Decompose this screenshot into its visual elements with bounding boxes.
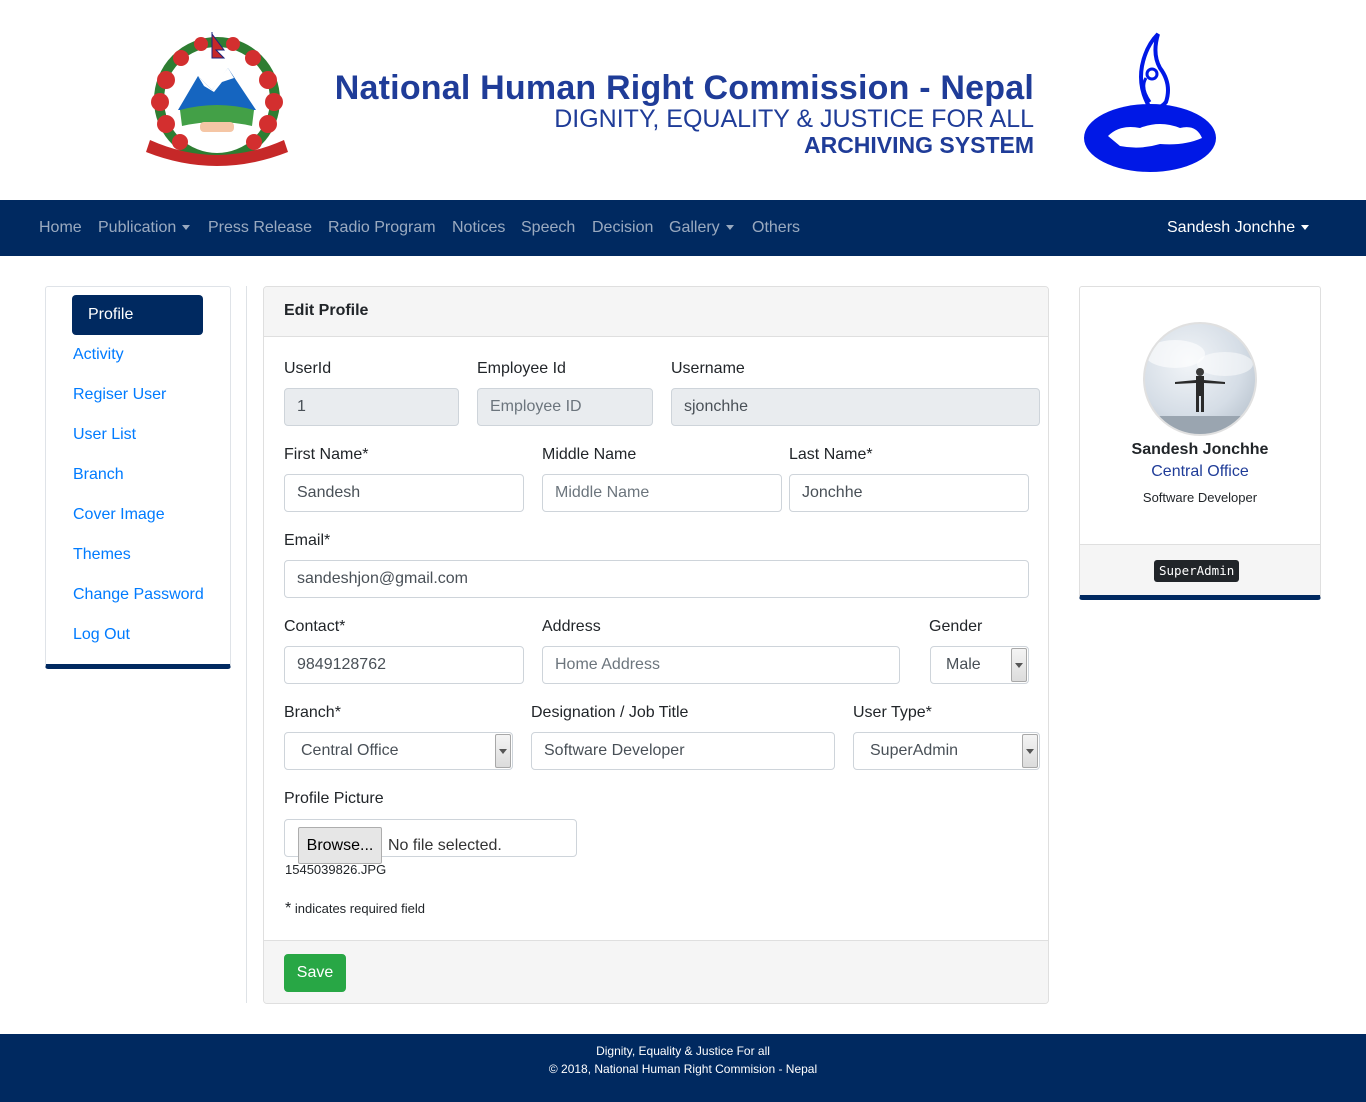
nhrc-logo-icon — [1080, 28, 1220, 173]
sidebar-item-profile[interactable]: Profile — [72, 295, 203, 335]
contact-label: Contact* — [284, 618, 346, 635]
employee-id-field[interactable]: Employee ID — [477, 388, 653, 426]
card-title: Edit Profile — [284, 302, 369, 319]
current-file-name: 1545039826.JPG — [285, 862, 387, 877]
sidebar-item-user-list[interactable]: User List — [73, 415, 136, 455]
profile-card-footer: SuperAdmin — [1080, 544, 1320, 595]
branch-selected: Central Office — [301, 742, 399, 759]
save-button[interactable]: Save — [284, 954, 346, 992]
profile-sidebar: Profile Activity Regiser User User List … — [45, 286, 231, 669]
footer-copyright: © 2018, National Human Right Commision -… — [548, 1062, 818, 1076]
dropdown-caret-icon — [1301, 225, 1310, 231]
browse-button[interactable]: Browse... — [298, 827, 382, 864]
main-navbar: Home Publication Press Release Radio Pro… — [0, 200, 1366, 256]
nav-radio-program[interactable]: Radio Program — [328, 200, 436, 256]
last-name-label: Last Name* — [789, 446, 873, 463]
sidebar-item-log-out[interactable]: Log Out — [73, 615, 130, 655]
dropdown-caret-icon — [182, 225, 191, 231]
dropdown-caret-icon — [725, 225, 734, 231]
sidebar-item-change-password[interactable]: Change Password — [73, 575, 204, 615]
site-title: National Human Right Commission - Nepal — [334, 69, 1034, 107]
designation-label: Designation / Job Title — [531, 704, 689, 721]
site-header: National Human Right Commission - Nepal … — [0, 0, 1366, 200]
address-field[interactable]: Home Address — [542, 646, 900, 684]
file-status-text: No file selected. — [388, 837, 502, 854]
gender-selected: Male — [946, 656, 981, 673]
nav-gallery[interactable]: Gallery — [669, 200, 734, 256]
nav-press-release[interactable]: Press Release — [208, 200, 312, 256]
nepal-emblem-icon — [136, 30, 298, 170]
profile-picture-label: Profile Picture — [284, 790, 384, 807]
vertical-divider — [246, 286, 247, 1003]
sidebar-item-themes[interactable]: Themes — [73, 535, 131, 575]
select-arrow-icon — [1011, 648, 1027, 682]
nav-user-name: Sandesh Jonchhe — [1167, 219, 1296, 236]
nav-notices[interactable]: Notices — [452, 200, 505, 256]
profile-name: Sandesh Jonchhe — [1131, 441, 1269, 458]
email-field[interactable]: sandeshjon@gmail.com — [284, 560, 1029, 598]
edit-profile-card: Edit Profile UserId 1 Employee Id Employ… — [263, 286, 1049, 1004]
footer-tagline: Dignity, Equality & Justice For all — [596, 1044, 770, 1058]
username-label: Username — [671, 360, 745, 377]
designation-field[interactable]: Software Developer — [531, 732, 835, 770]
nav-user-menu[interactable]: Sandesh Jonchhe — [1167, 200, 1310, 256]
contact-field[interactable]: 9849128762 — [284, 646, 524, 684]
middle-name-label: Middle Name — [542, 446, 637, 463]
required-field-note: * indicates required field — [285, 900, 425, 918]
sidebar-item-activity[interactable]: Activity — [73, 335, 124, 375]
nav-home[interactable]: Home — [39, 200, 82, 256]
site-subtitle: DIGNITY, EQUALITY & JUSTICE FOR ALL — [554, 105, 1034, 133]
nav-decision[interactable]: Decision — [592, 200, 653, 256]
avatar — [1143, 322, 1257, 436]
nav-others[interactable]: Others — [752, 200, 800, 256]
gender-select[interactable]: Male — [930, 646, 1029, 684]
user-type-select[interactable]: SuperAdmin — [853, 732, 1040, 770]
user-type-label: User Type* — [853, 704, 932, 721]
userid-field[interactable]: 1 — [284, 388, 459, 426]
nav-publication[interactable]: Publication — [98, 200, 191, 256]
sidebar-item-register-user[interactable]: Regiser User — [73, 375, 166, 415]
select-arrow-icon — [1022, 734, 1038, 768]
middle-name-field[interactable]: Middle Name — [542, 474, 782, 512]
profile-summary-card: Sandesh Jonchhe Central Office Software … — [1079, 286, 1321, 600]
branch-select[interactable]: Central Office — [284, 732, 513, 770]
gender-label: Gender — [929, 618, 983, 635]
site-footer: Dignity, Equality & Justice For all © 20… — [0, 1034, 1366, 1102]
sidebar-item-branch[interactable]: Branch — [73, 455, 124, 495]
required-note-text: indicates required field — [294, 901, 425, 916]
employee-id-label: Employee Id — [477, 360, 566, 377]
role-badge: SuperAdmin — [1154, 560, 1240, 582]
card-header: Edit Profile — [264, 287, 1048, 337]
required-star: * — [285, 900, 292, 917]
profile-designation: Software Developer — [1142, 490, 1258, 505]
profile-branch: Central Office — [1151, 463, 1249, 480]
user-type-selected: SuperAdmin — [870, 742, 959, 759]
profile-picture-input[interactable]: Browse... No file selected. — [284, 819, 577, 864]
nav-speech[interactable]: Speech — [521, 200, 575, 256]
nav-publication-label: Publication — [98, 219, 177, 236]
header-title-block: National Human Right Commission - Nepal … — [300, 68, 1034, 158]
nav-gallery-label: Gallery — [669, 219, 720, 236]
email-label: Email* — [284, 532, 331, 549]
site-system-name: ARCHIVING SYSTEM — [803, 132, 1034, 158]
username-field[interactable]: sjonchhe — [671, 388, 1040, 426]
last-name-field[interactable]: Jonchhe — [789, 474, 1029, 512]
card-footer: Save — [264, 940, 1048, 1003]
first-name-field[interactable]: Sandesh — [284, 474, 524, 512]
address-label: Address — [542, 618, 601, 635]
userid-label: UserId — [284, 360, 332, 377]
first-name-label: First Name* — [284, 446, 369, 463]
sidebar-item-cover-image[interactable]: Cover Image — [73, 495, 165, 535]
select-arrow-icon — [495, 734, 511, 768]
branch-label: Branch* — [284, 704, 341, 721]
